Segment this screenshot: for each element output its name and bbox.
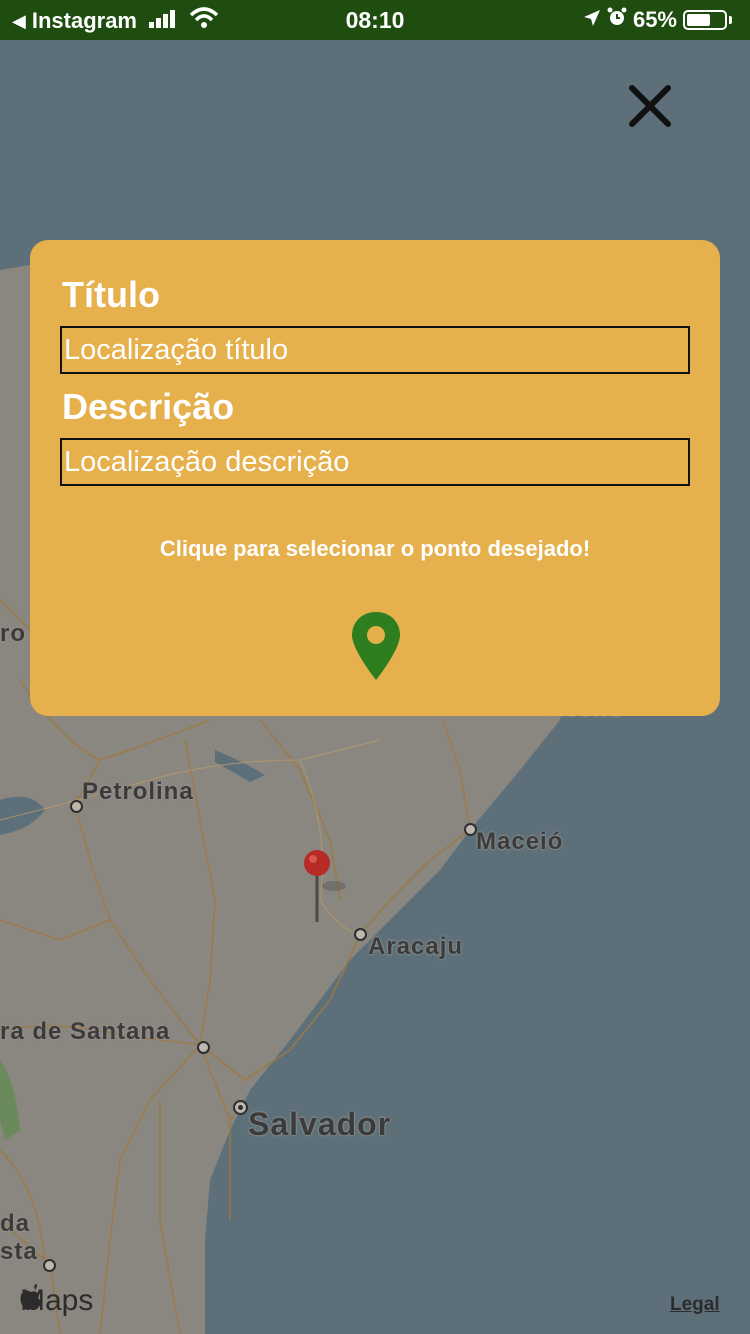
select-point-hint: Clique para selecionar o ponto desejado! [159,536,591,561]
city-label-salvador: Salvador [248,1106,392,1142]
city-label-aracaju: Aracaju [368,933,464,960]
title-label: Título [62,274,160,315]
location-form-modal: Título Descrição Clique para selecionar … [30,240,720,716]
close-icon [629,85,671,127]
map-pin-icon[interactable] [300,848,346,928]
close-button[interactable] [622,78,678,134]
battery-percent: 65% [632,7,677,32]
description-input[interactable] [60,438,690,486]
city-label-sta: sta [0,1238,38,1265]
city-dot-sta [43,1259,56,1272]
battery-icon [683,10,727,30]
battery-cap [729,16,732,24]
city-label-ro: ro [0,620,26,647]
maps-attribution: Maps [20,1284,93,1318]
location-arrow-icon [583,7,601,33]
title-input[interactable] [60,326,690,374]
city-label-da: da [0,1210,31,1237]
apple-logo-icon [20,1284,42,1310]
city-label-maceio: Maceió [476,828,564,855]
city-label-petrolina: Petrolina [82,778,194,805]
city-label-feira-de-santana: ra de Santana [0,1018,171,1045]
legal-link[interactable]: Legal [670,1294,720,1316]
status-bar: ◀ Instagram 08:10 65% [0,0,750,40]
location-pin-icon [352,612,400,680]
select-point-button[interactable] [348,610,404,684]
city-dot-aracaju [354,928,367,941]
alarm-icon [607,7,627,33]
description-label: Descrição [62,386,235,427]
city-dot-salvador [233,1100,248,1115]
city-dot-feira-de-santana [197,1041,210,1054]
